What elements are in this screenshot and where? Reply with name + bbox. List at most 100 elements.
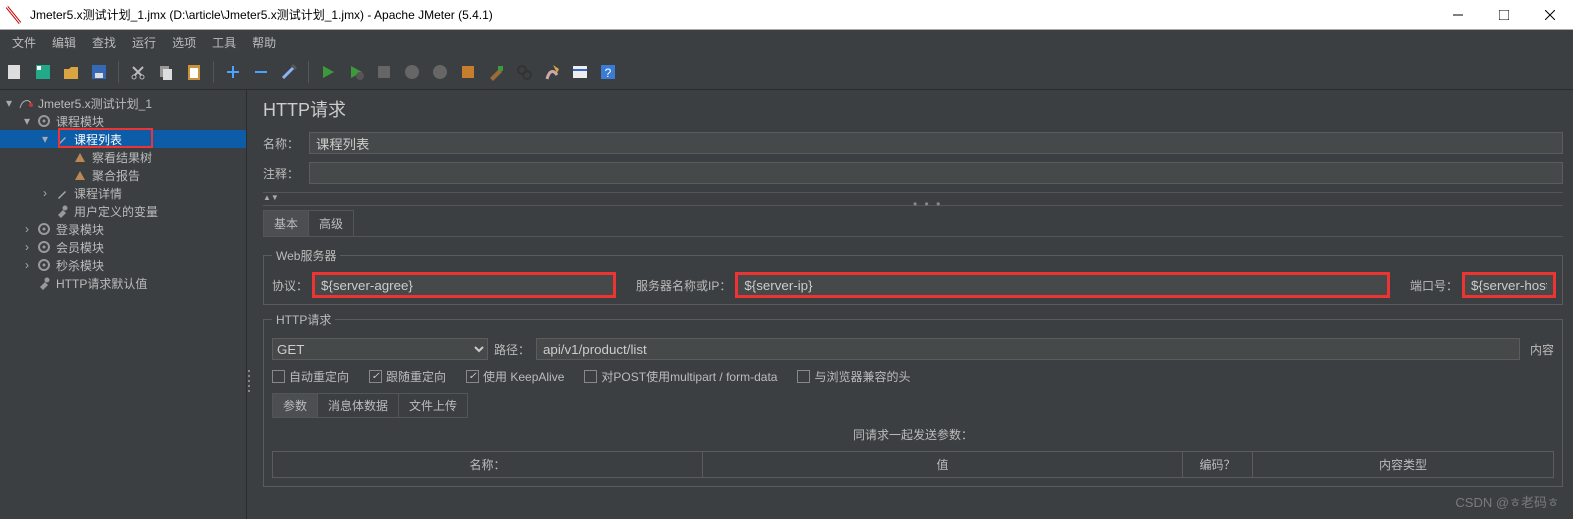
tab-basic[interactable]: 基本: [263, 210, 309, 236]
clear-icon[interactable]: [457, 61, 479, 83]
toggle-icon[interactable]: [278, 61, 300, 83]
pipette-icon: [54, 131, 70, 147]
gear-icon: [36, 113, 52, 129]
new-icon[interactable]: [4, 61, 26, 83]
minimize-button[interactable]: [1435, 0, 1481, 30]
protocol-label: 协议：: [272, 277, 308, 294]
tree-item-label: 课程模块: [56, 113, 104, 130]
tree-item-label: 聚合报告: [92, 167, 140, 184]
menubar: 文件 编辑 查找 运行 选项 工具 帮助: [0, 30, 1573, 54]
svg-text:?: ?: [605, 66, 612, 80]
menu-run[interactable]: 运行: [124, 34, 164, 51]
tree-item-label: 用户定义的变量: [74, 203, 158, 220]
window-title: Jmeter5.x测试计划_1.jmx (D:\article\Jmeter5.…: [30, 6, 493, 23]
subtab-body[interactable]: 消息体数据: [317, 393, 399, 418]
tree-item[interactable]: ›登录模块: [0, 220, 246, 238]
col-encode[interactable]: 编码？: [1183, 452, 1253, 477]
app-icon: [4, 5, 24, 25]
open-icon[interactable]: [60, 61, 82, 83]
http-request-group: HTTP请求 GET 路径： 内容 自动重定向 跟随重定向 使用 KeepAli…: [263, 311, 1563, 487]
tree-item[interactable]: 聚合报告: [0, 166, 246, 184]
name-input[interactable]: [309, 132, 1563, 154]
save-icon[interactable]: [88, 61, 110, 83]
follow-redirect-checkbox[interactable]: 跟随重定向: [369, 368, 446, 385]
start-notimers-icon[interactable]: [345, 61, 367, 83]
path-label: 路径：: [494, 341, 530, 358]
menu-file[interactable]: 文件: [4, 34, 44, 51]
port-label: 端口号：: [1410, 277, 1458, 294]
tree-item[interactable]: ▾课程列表: [0, 130, 246, 148]
stop-icon[interactable]: [373, 61, 395, 83]
tree-item[interactable]: 用户定义的变量: [0, 202, 246, 220]
protocol-input[interactable]: [314, 274, 614, 296]
close-button[interactable]: [1527, 0, 1573, 30]
col-name[interactable]: 名称：: [273, 452, 703, 477]
tree-item[interactable]: ›课程详情: [0, 184, 246, 202]
method-select[interactable]: GET: [272, 338, 488, 360]
toolbar: ?: [0, 54, 1573, 90]
titlebar: Jmeter5.x测试计划_1.jmx (D:\article\Jmeter5.…: [0, 0, 1573, 30]
comment-input[interactable]: [309, 162, 1563, 184]
web-server-group: Web服务器 协议： 服务器名称或IP： 端口号：: [263, 247, 1563, 305]
tree-item[interactable]: ›秒杀模块: [0, 256, 246, 274]
help-icon[interactable]: ?: [597, 61, 619, 83]
tree-item[interactable]: ▾课程模块: [0, 112, 246, 130]
triangle-icon: [72, 167, 88, 183]
main-panel: HTTP请求 名称： 注释： ▲▼• • • 基本 高级 Web服务器 协议： …: [253, 90, 1573, 519]
wrench-icon: [54, 203, 70, 219]
paste-icon[interactable]: [183, 61, 205, 83]
comment-label: 注释：: [263, 165, 309, 182]
tree-item[interactable]: HTTP请求默认值: [0, 274, 246, 292]
tree-root[interactable]: ▾ Jmeter5.x测试计划_1: [0, 94, 246, 112]
keepalive-checkbox[interactable]: 使用 KeepAlive: [466, 368, 564, 385]
port-input[interactable]: [1464, 274, 1554, 296]
menu-options[interactable]: 选项: [164, 34, 204, 51]
tree-item-label: 登录模块: [56, 221, 104, 238]
params-header: 同请求一起发送参数：: [272, 426, 1554, 443]
http-request-legend: HTTP请求: [272, 311, 335, 328]
reset-search-icon[interactable]: [541, 61, 563, 83]
params-table-header: 名称： 值 编码？ 内容类型: [272, 451, 1554, 478]
remote-stop-icon[interactable]: [429, 61, 451, 83]
templates-icon[interactable]: [32, 61, 54, 83]
browser-header-checkbox[interactable]: 与浏览器兼容的头: [797, 368, 910, 385]
tabs: 基本 高级: [263, 210, 1563, 237]
clear-all-icon[interactable]: [485, 61, 507, 83]
gear-icon: [36, 221, 52, 237]
tree-item-label: 秒杀模块: [56, 257, 104, 274]
menu-edit[interactable]: 编辑: [44, 34, 84, 51]
multipart-checkbox[interactable]: 对POST使用multipart / form-data: [584, 368, 777, 385]
menu-help[interactable]: 帮助: [244, 34, 284, 51]
subtab-params[interactable]: 参数: [272, 393, 318, 418]
cut-icon[interactable]: [127, 61, 149, 83]
function-helper-icon[interactable]: [569, 61, 591, 83]
tree-item-label: HTTP请求默认值: [56, 275, 147, 292]
page-title: HTTP请求: [263, 96, 1563, 122]
shutdown-icon[interactable]: [401, 61, 423, 83]
watermark: CSDN @ㅎ老码ㅎ: [1455, 492, 1559, 511]
search-icon[interactable]: [513, 61, 535, 83]
col-value[interactable]: 值: [703, 452, 1183, 477]
collapse-icon[interactable]: [250, 61, 272, 83]
auto-redirect-checkbox[interactable]: 自动重定向: [272, 368, 349, 385]
expand-icon[interactable]: [222, 61, 244, 83]
pipette-icon: [54, 185, 70, 201]
tree-item[interactable]: ›会员模块: [0, 238, 246, 256]
tree-item[interactable]: 察看结果树: [0, 148, 246, 166]
menu-search[interactable]: 查找: [84, 34, 124, 51]
maximize-button[interactable]: [1481, 0, 1527, 30]
tree-panel: ▾ Jmeter5.x测试计划_1 ▾课程模块▾课程列表察看结果树聚合报告›课程…: [0, 90, 247, 519]
copy-icon[interactable]: [155, 61, 177, 83]
collapse-bar[interactable]: ▲▼• • •: [263, 192, 1563, 206]
web-server-legend: Web服务器: [272, 247, 340, 264]
wrench-icon: [36, 275, 52, 291]
path-input[interactable]: [536, 338, 1520, 360]
col-content-type[interactable]: 内容类型: [1253, 452, 1553, 477]
menu-tools[interactable]: 工具: [204, 34, 244, 51]
triangle-icon: [72, 149, 88, 165]
gear-icon: [36, 239, 52, 255]
subtab-files[interactable]: 文件上传: [398, 393, 468, 418]
tab-advanced[interactable]: 高级: [308, 210, 354, 236]
start-icon[interactable]: [317, 61, 339, 83]
server-input[interactable]: [737, 274, 1388, 296]
